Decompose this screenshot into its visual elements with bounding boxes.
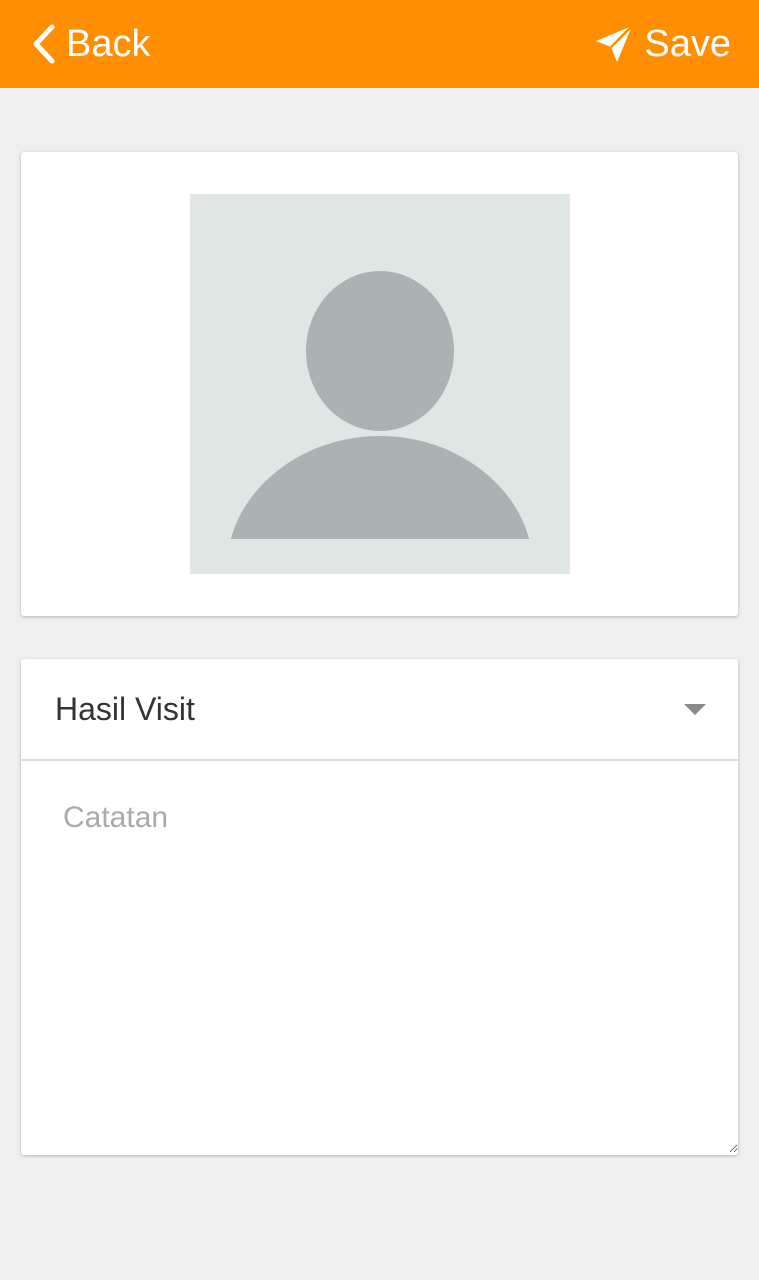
- save-label: Save: [644, 23, 731, 65]
- person-silhouette-icon: [231, 271, 529, 539]
- back-label: Back: [66, 23, 151, 65]
- visit-result-value: Hasil Visit: [55, 690, 195, 727]
- profile-photo-placeholder[interactable]: [190, 194, 570, 574]
- save-button[interactable]: Save: [594, 24, 731, 64]
- visit-form-card: Hasil Visit: [21, 659, 738, 1155]
- app-header: Back Save: [0, 0, 759, 88]
- caret-down-icon: [684, 703, 706, 715]
- notes-textarea[interactable]: [21, 761, 738, 1153]
- back-button[interactable]: Back: [30, 24, 150, 64]
- visit-result-select[interactable]: Hasil Visit: [21, 659, 738, 761]
- photo-card: [21, 152, 738, 616]
- send-icon: [594, 24, 634, 64]
- chevron-left-icon: [30, 24, 56, 64]
